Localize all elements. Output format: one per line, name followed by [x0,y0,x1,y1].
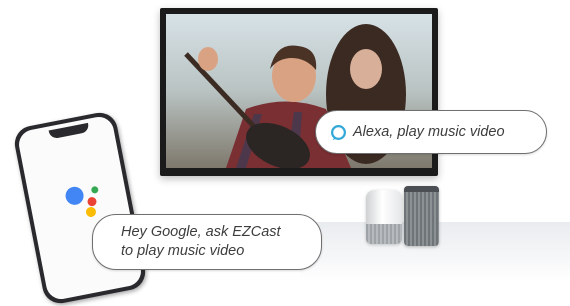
alexa-ring-icon [331,124,346,140]
illustration-scene: Alexa, play music video Hey Google, ask … [0,0,570,306]
google-home-speaker [366,190,402,244]
google-command-text: Hey Google, ask EZCast to play music vid… [121,223,281,261]
speaker-fabric-base [366,224,402,244]
phone-notch [48,122,90,140]
alexa-command-text: Alexa, play music video [353,124,505,140]
phone-screen [16,114,144,302]
google-assistant-icon [65,186,99,217]
speaker-top-ring [404,186,439,192]
google-command-line-2: to play music video [121,243,245,259]
alexa-speech-bubble: Alexa, play music video [315,110,547,154]
google-speech-bubble: Hey Google, ask EZCast to play music vid… [92,214,322,270]
google-command-line-1: Hey Google, ask EZCast [121,224,281,240]
smartphone [11,109,149,306]
amazon-echo-speaker [404,186,439,246]
